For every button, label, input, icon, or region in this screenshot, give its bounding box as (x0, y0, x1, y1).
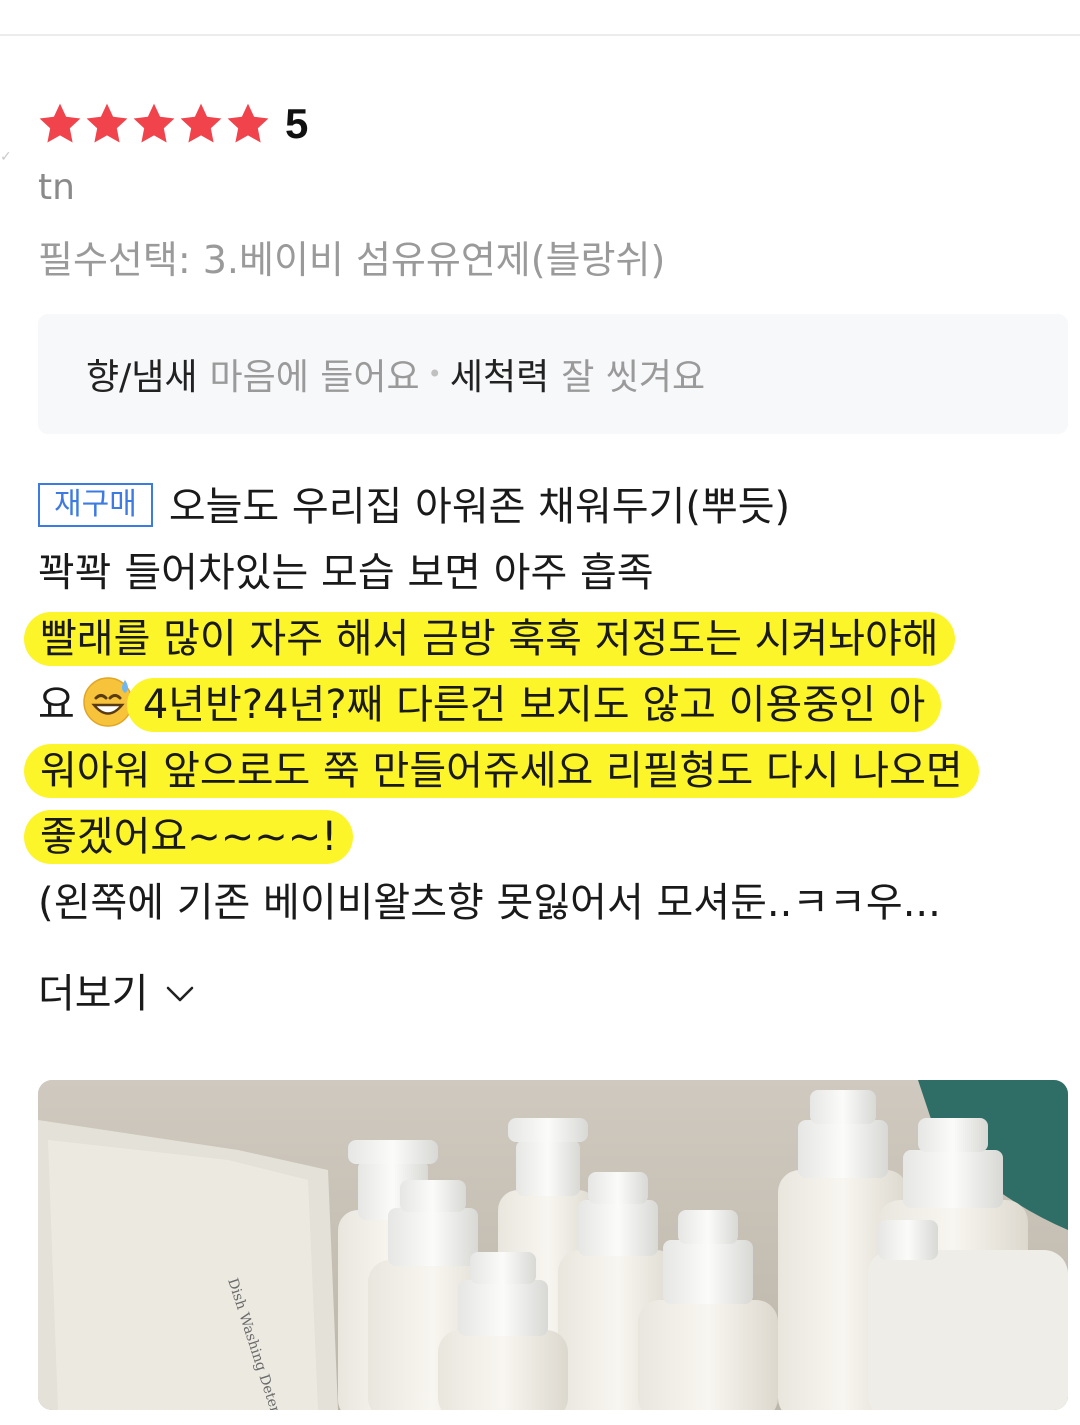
star-rating (36, 100, 271, 148)
reviewer-name: tn (38, 167, 75, 208)
attribute-value: 마음에 들어요 (209, 357, 420, 398)
attribute-separator: • (427, 360, 442, 388)
review-line: 좋겠어요~~~~! (24, 804, 1068, 870)
review-line: 꽉꽉 들어차있는 모습 보면 아주 흡족 (38, 540, 1068, 606)
review-line-text: 꽉꽉 들어차있는 모습 보면 아주 흡족 (38, 550, 654, 596)
attribute-name: 세척력 (449, 357, 550, 398)
star-icon (83, 100, 131, 148)
highlighted-text: 워아워 앞으로도 쭉 만들어쥬세요 리필형도 다시 나오면 (24, 744, 979, 798)
star-icon (36, 100, 84, 148)
review-line-text: 오늘도 우리집 아워존 채워두기(뿌듯) (168, 484, 791, 530)
more-button[interactable]: 더보기 (38, 966, 200, 1022)
highlighted-text: 빨래를 많이 자주 해서 금방 훅훅 저정도는 시켜놔야해 (24, 612, 955, 666)
edge-chevron-icon: ✓ (0, 149, 12, 165)
chevron-down-icon (160, 974, 200, 1014)
review-line: 요 4년반?4년?째 다른건 보지도 않고 이용중인 아 (38, 672, 1068, 738)
star-icon (177, 100, 225, 148)
review-photo[interactable]: Dish Washing Detergent (38, 1080, 1068, 1410)
review-text: 재구매 오늘도 우리집 아워존 채워두기(뿌듯) 꽉꽉 들어차있는 모습 보면 아… (24, 474, 1068, 936)
review-attributes: 향/냄새 마음에 들어요 • 세척력 잘 씻겨요 (38, 314, 1068, 434)
rebuy-badge: 재구매 (38, 483, 153, 527)
attribute-value: 잘 씻겨요 (561, 357, 706, 398)
top-divider (0, 34, 1080, 36)
review-line-text: (왼쪽에 기존 베이비왈츠향 못잃어서 모셔둔..ㅋㅋ우... (38, 880, 941, 926)
star-icon (130, 100, 178, 148)
highlighted-text: 좋겠어요~~~~! (24, 810, 354, 864)
review-line: 재구매 오늘도 우리집 아워존 채워두기(뿌듯) (38, 474, 1068, 540)
review-line: 빨래를 많이 자주 해서 금방 훅훅 저정도는 시켜놔야해 (24, 606, 1068, 672)
rating-row: 5 (36, 96, 308, 152)
more-button-label: 더보기 (38, 971, 149, 1017)
product-option: 필수선택: 3.베이비 섬유유연제(블랑쉬) (38, 238, 666, 282)
review-line: 워아워 앞으로도 쭉 만들어쥬세요 리필형도 다시 나오면 (24, 738, 1068, 804)
rating-value: 5 (285, 100, 309, 147)
star-icon (224, 100, 272, 148)
review-line-text: 요 (38, 682, 75, 728)
highlighted-text: 4년반?4년?째 다른건 보지도 않고 이용중인 아 (126, 678, 942, 732)
attribute-name: 향/냄새 (86, 357, 198, 398)
review-line: (왼쪽에 기존 베이비왈츠향 못잃어서 모셔둔..ㅋㅋ우... (38, 870, 1068, 936)
